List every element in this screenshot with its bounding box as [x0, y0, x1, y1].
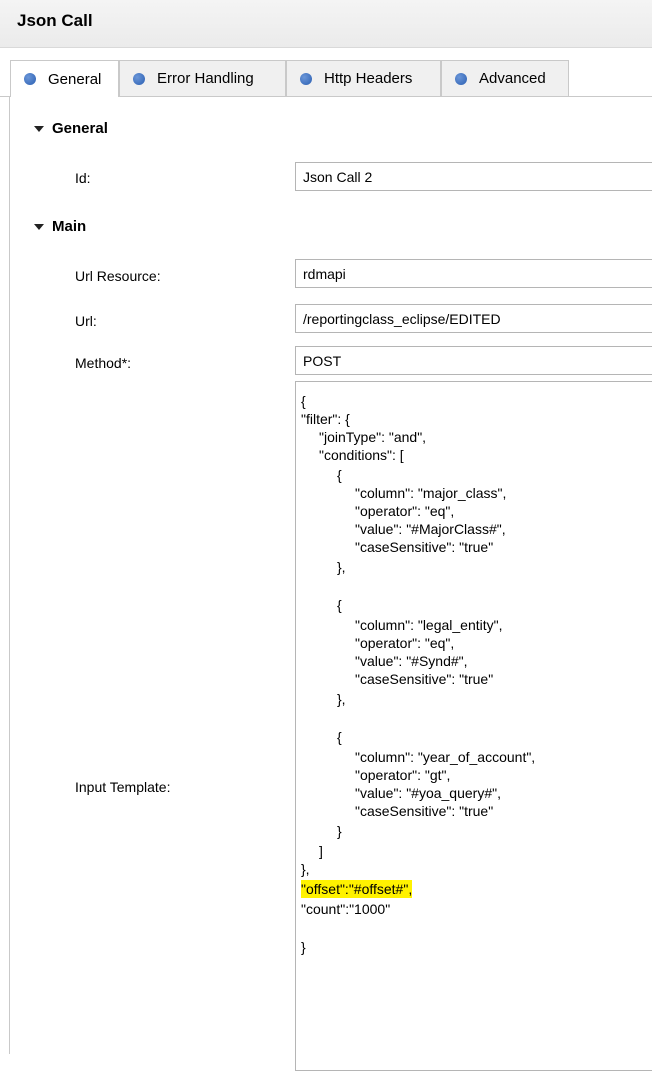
method-field[interactable]: POST	[295, 346, 652, 375]
tab-general-label: General	[48, 70, 102, 88]
template-line: "operator": "gt",	[355, 767, 451, 783]
template-line: {	[337, 467, 342, 483]
template-line: "operator": "eq",	[355, 503, 455, 519]
collapse-triangle-icon	[34, 125, 44, 132]
template-line: "filter": {	[301, 411, 350, 427]
template-line: "caseSensitive": "true"	[355, 803, 494, 819]
template-line: "column": "major_class",	[355, 485, 507, 501]
method-value: POST	[303, 352, 342, 369]
input-template-label: Input Template:	[75, 779, 171, 795]
tab-advanced[interactable]: Advanced	[441, 60, 569, 96]
id-label: Id:	[75, 170, 91, 186]
template-line: }	[337, 823, 342, 839]
template-line: },	[337, 691, 346, 707]
template-line: "value": "#MajorClass#",	[355, 521, 506, 537]
template-line: }	[301, 939, 306, 955]
template-line: "value": "#yoa_query#",	[355, 785, 501, 801]
template-line: {	[301, 393, 306, 409]
template-line: "caseSensitive": "true"	[355, 539, 494, 555]
template-line: "operator": "eq",	[355, 635, 455, 651]
section-main-title: Main	[52, 218, 87, 235]
url-label: Url:	[75, 313, 97, 329]
tab-http-headers[interactable]: Http Headers	[286, 60, 441, 96]
window-title: Json Call	[17, 11, 93, 30]
tab-general[interactable]: General	[10, 60, 119, 97]
id-field-value: Json Call 2	[303, 168, 373, 185]
tab-error-handling-label: Error Handling	[157, 70, 254, 87]
template-line: },	[301, 861, 310, 877]
template-line: "column": "year_of_account",	[355, 749, 536, 765]
url-resource-label: Url Resource:	[75, 268, 161, 284]
editor-title-bar: Json Call	[0, 0, 652, 48]
panel-left-border	[9, 96, 10, 1054]
template-line: "conditions": [	[319, 447, 404, 463]
tab-error-handling-circle-icon	[133, 72, 145, 85]
section-general-header[interactable]: General	[34, 120, 108, 137]
url-resource-field[interactable]: rdmapi	[295, 259, 652, 288]
template-line: {	[337, 597, 342, 613]
collapse-triangle-icon	[34, 223, 44, 230]
tab-http-headers-circle-icon	[300, 72, 312, 85]
template-line: {	[337, 729, 342, 745]
id-field[interactable]: Json Call 2	[295, 162, 652, 191]
url-value: /reportingclass_eclipse/EDITED	[303, 310, 501, 327]
tab-advanced-label: Advanced	[479, 70, 546, 87]
template-line: ]	[319, 843, 323, 859]
section-general-title: General	[52, 120, 108, 137]
tab-http-headers-label: Http Headers	[324, 70, 413, 87]
template-line: "value": "#Synd#",	[355, 653, 468, 669]
template-line: "caseSensitive": "true"	[355, 671, 494, 687]
template-line: "column": "legal_entity",	[355, 617, 503, 633]
template-line: "joinType": "and",	[319, 429, 427, 445]
template-line: },	[337, 559, 346, 575]
section-main-header[interactable]: Main	[34, 218, 86, 235]
tab-bar: General Error Handling Http Headers Adva…	[0, 60, 652, 97]
template-line: "count":"1000"	[301, 901, 391, 917]
tab-general-circle-icon	[24, 73, 36, 85]
url-resource-value: rdmapi	[303, 265, 346, 282]
template-line-highlighted: "offset":"#offset#",	[301, 880, 413, 898]
method-label: Method*:	[75, 355, 132, 371]
url-field[interactable]: /reportingclass_eclipse/EDITED	[295, 304, 652, 333]
tab-error-handling[interactable]: Error Handling	[119, 60, 286, 96]
tab-advanced-circle-icon	[455, 72, 467, 85]
input-template-editor[interactable]: { "filter": { "joinType": "and", "condit…	[295, 381, 652, 1071]
